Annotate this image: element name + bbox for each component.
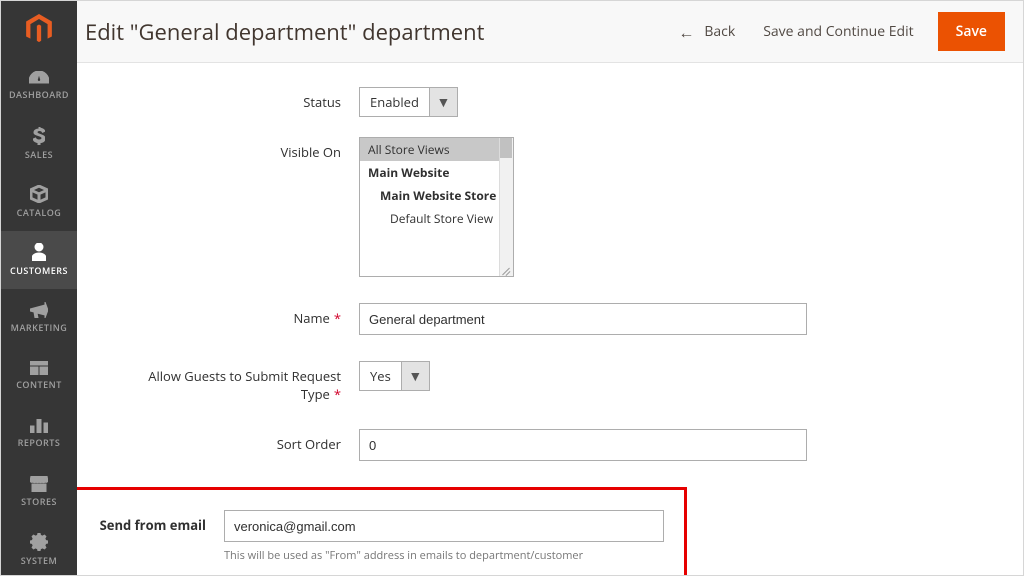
guests-label: Allow Guests to Submit Request Type* [107, 361, 359, 403]
nav-marketing[interactable]: MARKETING [1, 289, 77, 347]
field-row-guests: Allow Guests to Submit Request Type* Yes… [107, 361, 993, 403]
sort-order-input[interactable] [359, 429, 807, 461]
highlighted-section: Send from email This will be used as "Fr… [77, 487, 687, 575]
resize-handle-icon[interactable] [499, 262, 513, 276]
megaphone-icon [30, 302, 48, 318]
chevron-down-icon[interactable]: ▼ [402, 361, 430, 391]
person-icon [32, 243, 46, 261]
nav-label: CATALOG [17, 206, 62, 219]
field-row-name: Name* [107, 303, 993, 335]
field-row-status: Status Enabled ▼ [107, 87, 993, 117]
nav-label: SYSTEM [21, 554, 58, 567]
store-option-all[interactable]: All Store Views [360, 138, 513, 161]
send-from-label: Send from email [77, 510, 224, 534]
nav-customers[interactable]: CUSTOMERS [1, 231, 77, 289]
page-title: Edit "General department" department [85, 17, 664, 47]
status-value: Enabled [359, 87, 430, 117]
status-select[interactable]: Enabled ▼ [359, 87, 458, 117]
nav-reports[interactable]: REPORTS [1, 405, 77, 463]
magento-logo[interactable] [1, 1, 77, 57]
nav-label: CUSTOMERS [10, 264, 68, 277]
nav-system[interactable]: SYSTEM [1, 521, 77, 576]
dollar-icon [33, 127, 45, 145]
store-option-default-view[interactable]: Default Store View [360, 207, 513, 230]
gear-icon [30, 533, 48, 551]
form-body: Status Enabled ▼ Visible On All Store Vi… [77, 63, 1023, 575]
page-header: Edit "General department" department ← B… [77, 1, 1023, 63]
nav-label: STORES [21, 495, 57, 508]
gauge-icon [29, 71, 49, 85]
sort-label: Sort Order [107, 429, 359, 453]
bars-icon [30, 419, 48, 433]
name-input[interactable] [359, 303, 807, 335]
nav-sales[interactable]: SALES [1, 115, 77, 173]
visible-label: Visible On [107, 137, 359, 161]
store-option-main-store[interactable]: Main Website Store [360, 184, 513, 207]
field-row-send-email: Send from email This will be used as "Fr… [77, 510, 664, 563]
nav-catalog[interactable]: CATALOG [1, 173, 77, 231]
back-button[interactable]: ← Back [678, 21, 735, 43]
guests-select[interactable]: Yes ▼ [359, 361, 430, 391]
send-from-hint: This will be used as "From" address in e… [224, 548, 664, 563]
back-label: Back [704, 22, 735, 41]
nav-label: REPORTS [18, 436, 61, 449]
scrollbar-track[interactable] [499, 138, 513, 276]
arrow-left-icon: ← [678, 21, 694, 43]
layout-icon [30, 361, 48, 375]
store-icon [30, 476, 48, 492]
nav-dashboard[interactable]: DASHBOARD [1, 57, 77, 115]
send-from-email-input[interactable] [224, 510, 664, 542]
store-option-main-website[interactable]: Main Website [360, 161, 513, 184]
status-label: Status [107, 87, 359, 111]
nav-stores[interactable]: STORES [1, 463, 77, 521]
nav-label: SALES [25, 148, 53, 161]
chevron-down-icon[interactable]: ▼ [430, 87, 458, 117]
admin-sidebar: DASHBOARD SALES CATALOG CUSTOMERS MARKET… [1, 1, 77, 575]
nav-label: MARKETING [11, 321, 68, 334]
nav-label: DASHBOARD [9, 88, 69, 101]
save-continue-button[interactable]: Save and Continue Edit [763, 22, 913, 41]
guests-value: Yes [359, 361, 402, 391]
field-row-visible: Visible On All Store Views Main Website … [107, 137, 993, 277]
nav-content[interactable]: CONTENT [1, 347, 77, 405]
scrollbar-thumb[interactable] [500, 138, 512, 158]
save-button[interactable]: Save [938, 12, 1005, 51]
content-area: Edit "General department" department ← B… [77, 1, 1023, 575]
field-row-sort: Sort Order [107, 429, 993, 461]
box-icon [30, 185, 48, 203]
name-label: Name* [107, 303, 359, 327]
store-views-listbox[interactable]: All Store Views Main Website Main Websit… [359, 137, 514, 277]
nav-label: CONTENT [16, 378, 62, 391]
